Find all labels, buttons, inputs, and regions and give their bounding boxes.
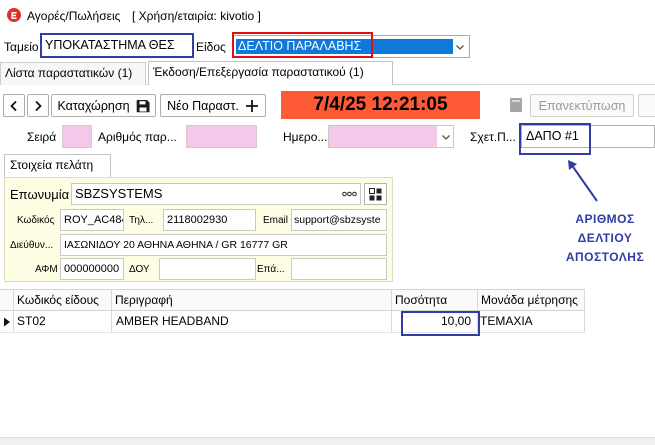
window-title: Αγορές/Πωλήσεις [27,9,121,23]
floppy-disk-icon [136,99,150,113]
customer-code-label: Κωδικός [17,215,55,226]
row-unit[interactable]: ΤΕΜΑΧΙΑ [478,311,585,332]
cashier-label: Ταμείο [4,40,39,54]
related-document-field[interactable]: ΔΑΠΟ #1 [521,125,655,148]
cashier-field[interactable]: ΥΠΟΚΑΤΑΣΤΗΜΑ ΘΕΣ [40,33,194,58]
customer-address-label: Διεύθυν... [10,240,54,251]
customer-email-field[interactable]: support@sbzsyste [291,209,387,231]
customer-profession-label: Επά... [257,264,285,275]
series-label: Σειρά [27,130,57,144]
customer-vat-field[interactable]: 000000000 [60,258,124,280]
row-item-code[interactable]: ST02 [14,311,112,332]
customer-code-field[interactable]: ROY_AC484 [60,209,124,231]
customer-lookup-button[interactable] [364,183,387,205]
date-label: Ημερο... [283,130,328,144]
grid-header-item-code[interactable]: Κωδικός είδους [14,290,112,310]
grid-header-unit[interactable]: Μονάδα μέτρησης [478,290,585,310]
customer-profession-field[interactable] [291,258,387,280]
series-field[interactable] [62,125,92,148]
save-button-label: Καταχώρηση [57,98,130,113]
annotation-line: ΔΕΛΤΙΟΥ [577,231,633,245]
table-row[interactable]: ST02 AMBER HEADBAND 10,00 ΤΕΜΑΧΙΑ [0,311,585,333]
customer-address-field[interactable]: ΙΑΣΩΝΙΔΟΥ 20 ΑΘΗΝΑ ΑΘΗΝΑ / GR 16777 GR [60,234,387,256]
customer-email-label: Email [263,215,289,226]
document-icon [509,97,523,113]
row-description[interactable]: AMBER HEADBAND [112,311,392,332]
grid-header: Κωδικός είδους Περιγραφή Ποσότητα Μονάδα… [0,289,585,311]
customer-phone-field[interactable]: 2118002930 [163,209,256,231]
chevron-left-icon [7,99,21,113]
tab-customer-details[interactable]: Στοιχεία πελάτη [4,154,111,178]
date-select[interactable] [328,125,454,148]
grid-icon [369,187,382,201]
date-select-value [329,126,437,147]
tab-document-edit[interactable]: Έκδοση/Επεξεργασία παραστατικού (1) [148,61,393,85]
new-document-button-label: Νέο Παραστ. [167,98,239,113]
next-button[interactable] [27,94,49,117]
document-type-selected-value: ΔΕΛΤΙΟ ΠΑΡΑΛΑΒΗΣ [236,39,453,54]
window-company: [ Χρήση/εταιρία: kivotio ] [132,9,261,23]
save-button[interactable]: Καταχώρηση [51,94,156,117]
customer-phone-label: Τηλ... [129,215,154,226]
customer-name-field[interactable]: SBZSYSTEMS [71,183,361,205]
datetime-display: 7/4/25 12:21:05 [281,91,480,119]
document-number-field[interactable] [186,125,257,148]
new-document-button[interactable]: Νέο Παραστ. [160,94,266,117]
plus-icon [245,99,259,113]
chevron-down-icon[interactable] [440,131,452,143]
row-pointer-icon [0,311,14,332]
customer-tax-office-field[interactable] [159,258,256,280]
grid-header-quantity[interactable]: Ποσότητα [392,290,478,310]
previous-button[interactable] [3,94,25,117]
chevron-down-icon[interactable] [454,41,466,53]
customer-name-label: Επωνυμία [10,187,70,202]
customer-vat-label: ΑΦΜ [35,264,58,275]
tab-document-list[interactable]: Λίστα παραστατικών (1) [0,62,146,85]
annotation-text: ΑΡΙΘΜΟΣ ΔΕΛΤΙΟΥ ΑΠΟΣΤΟΛΗΣ [558,210,652,267]
status-strip [0,437,655,445]
document-number-label: Αριθμός παρ... [98,130,177,144]
reprint-button[interactable]: Επανεκτύπωση [530,94,634,117]
chevron-right-icon [31,99,45,113]
document-type-select[interactable]: ΔΕΛΤΙΟ ΠΑΡΑΛΑΒΗΣ [232,35,470,58]
related-document-label: Σχετ.Π... [470,130,516,144]
annotation-arrow [568,160,598,202]
annotation-line: ΑΡΙΘΜΟΣ [575,212,635,226]
grid-header-description[interactable]: Περιγραφή [112,290,392,310]
document-type-label: Είδος [196,40,226,54]
more-options-icon[interactable] [342,191,357,197]
row-quantity[interactable]: 10,00 [392,311,478,332]
extra-toolbar-button[interactable] [638,94,655,117]
grid-header-indicator [0,290,14,310]
annotation-line: ΑΠΟΣΤΟΛΗΣ [565,250,645,264]
title-bar: Αγορές/Πωλήσεις [ Χρήση/εταιρία: kivotio… [0,0,655,30]
customer-name-value: SBZSYSTEMS [75,186,163,201]
customer-tax-office-label: ΔΟΥ [129,264,150,275]
customer-panel: Επωνυμία SBZSYSTEMS Κωδικός ROY_AC484 Τη… [4,177,393,282]
app-logo-icon [7,8,21,22]
